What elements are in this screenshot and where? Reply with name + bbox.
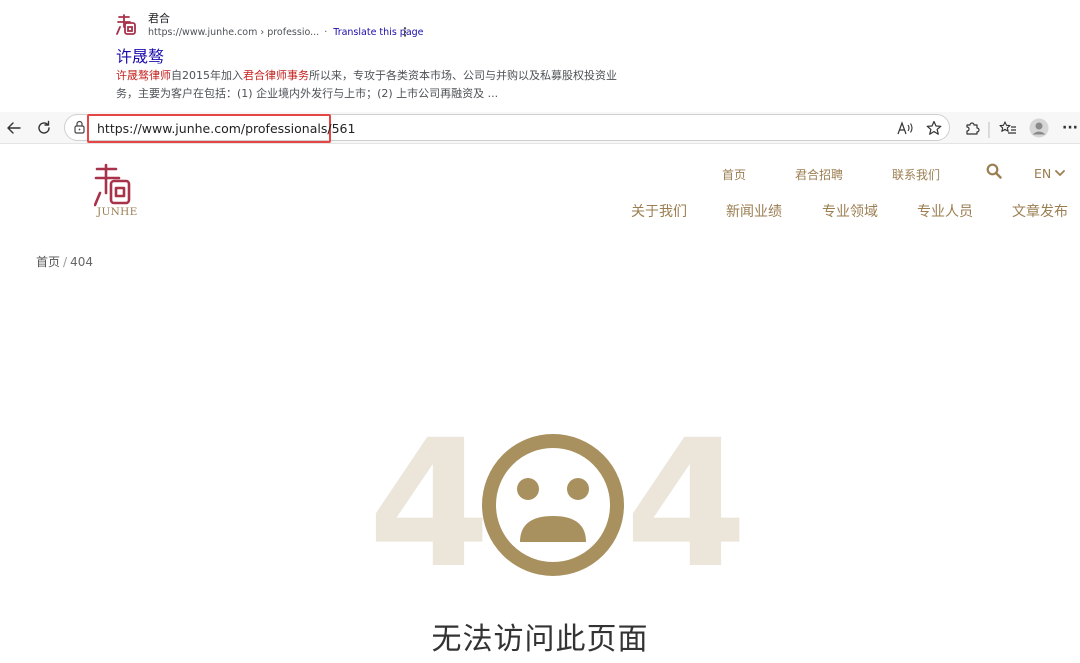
result-url: https://www.junhe.com › professio... · T…	[148, 27, 424, 38]
topnav-careers[interactable]: 君合招聘	[795, 166, 843, 183]
breadcrumb: 首页/404	[36, 253, 93, 270]
result-title-link[interactable]: 许晟骜	[116, 43, 164, 67]
browser-menu-icon[interactable]: ···	[1060, 112, 1080, 144]
breadcrumb-home[interactable]: 首页	[36, 255, 60, 269]
snippet-text: 自2015年加入	[171, 69, 243, 82]
language-label: EN	[1034, 166, 1052, 181]
nav-professionals[interactable]: 专业人员	[917, 201, 973, 221]
extensions-puzzle-icon[interactable]	[961, 112, 983, 144]
search-result: 君合 https://www.junhe.com › professio... …	[0, 0, 1080, 112]
search-icon[interactable]	[986, 163, 1002, 179]
profile-avatar-icon[interactable]	[1027, 112, 1051, 144]
breadcrumb-current: 404	[70, 255, 93, 269]
error-message: 无法访问此页面	[431, 622, 649, 657]
nav-news[interactable]: 新闻业绩	[726, 201, 782, 221]
back-icon[interactable]	[2, 112, 26, 144]
topnav-home[interactable]: 首页	[722, 166, 746, 183]
nav-publications[interactable]: 文章发布	[1012, 201, 1068, 221]
more-options-icon[interactable]: ⋮	[399, 26, 411, 38]
refresh-icon[interactable]	[32, 112, 56, 144]
chevron-down-icon	[1055, 170, 1066, 177]
snippet-highlight: 君合律师事务	[243, 69, 309, 82]
breadcrumb-separator: /	[63, 255, 68, 269]
digit-right: 4	[625, 402, 748, 607]
snippet-highlight: 许晟骜律师	[116, 69, 171, 82]
result-site-name: 君合	[148, 12, 170, 25]
favorites-list-icon[interactable]	[997, 112, 1019, 144]
lock-icon[interactable]	[74, 120, 85, 134]
url-text[interactable]: https://www.junhe.com/professionals/561	[87, 114, 355, 143]
language-switcher[interactable]: EN	[1034, 166, 1066, 181]
result-snippet: 许晟骜律师自2015年加入君合律师事务所以来，专攻于各类资本市场、公司与并购以及…	[116, 67, 636, 103]
url-separator: ·	[324, 27, 328, 38]
logo-text: JUNHE	[97, 206, 138, 218]
junhe-favicon-icon	[116, 14, 136, 35]
topnav-contact[interactable]: 联系我们	[892, 166, 940, 183]
browser-toolbar: https://www.junhe.com/professionals/561 …	[0, 112, 1080, 144]
sad-face-icon	[482, 434, 624, 576]
nav-about[interactable]: 关于我们	[631, 201, 687, 221]
nav-practice-areas[interactable]: 专业领域	[822, 201, 878, 221]
error-404-graphic: 4 4	[360, 417, 750, 593]
result-url-text: https://www.junhe.com › professio...	[148, 27, 320, 38]
toolbar-divider: |	[986, 118, 992, 138]
favorite-star-icon[interactable]	[924, 112, 944, 144]
read-aloud-icon[interactable]	[896, 112, 916, 144]
address-bar[interactable]: https://www.junhe.com/professionals/561	[64, 114, 950, 143]
digit-left: 4	[368, 402, 491, 607]
